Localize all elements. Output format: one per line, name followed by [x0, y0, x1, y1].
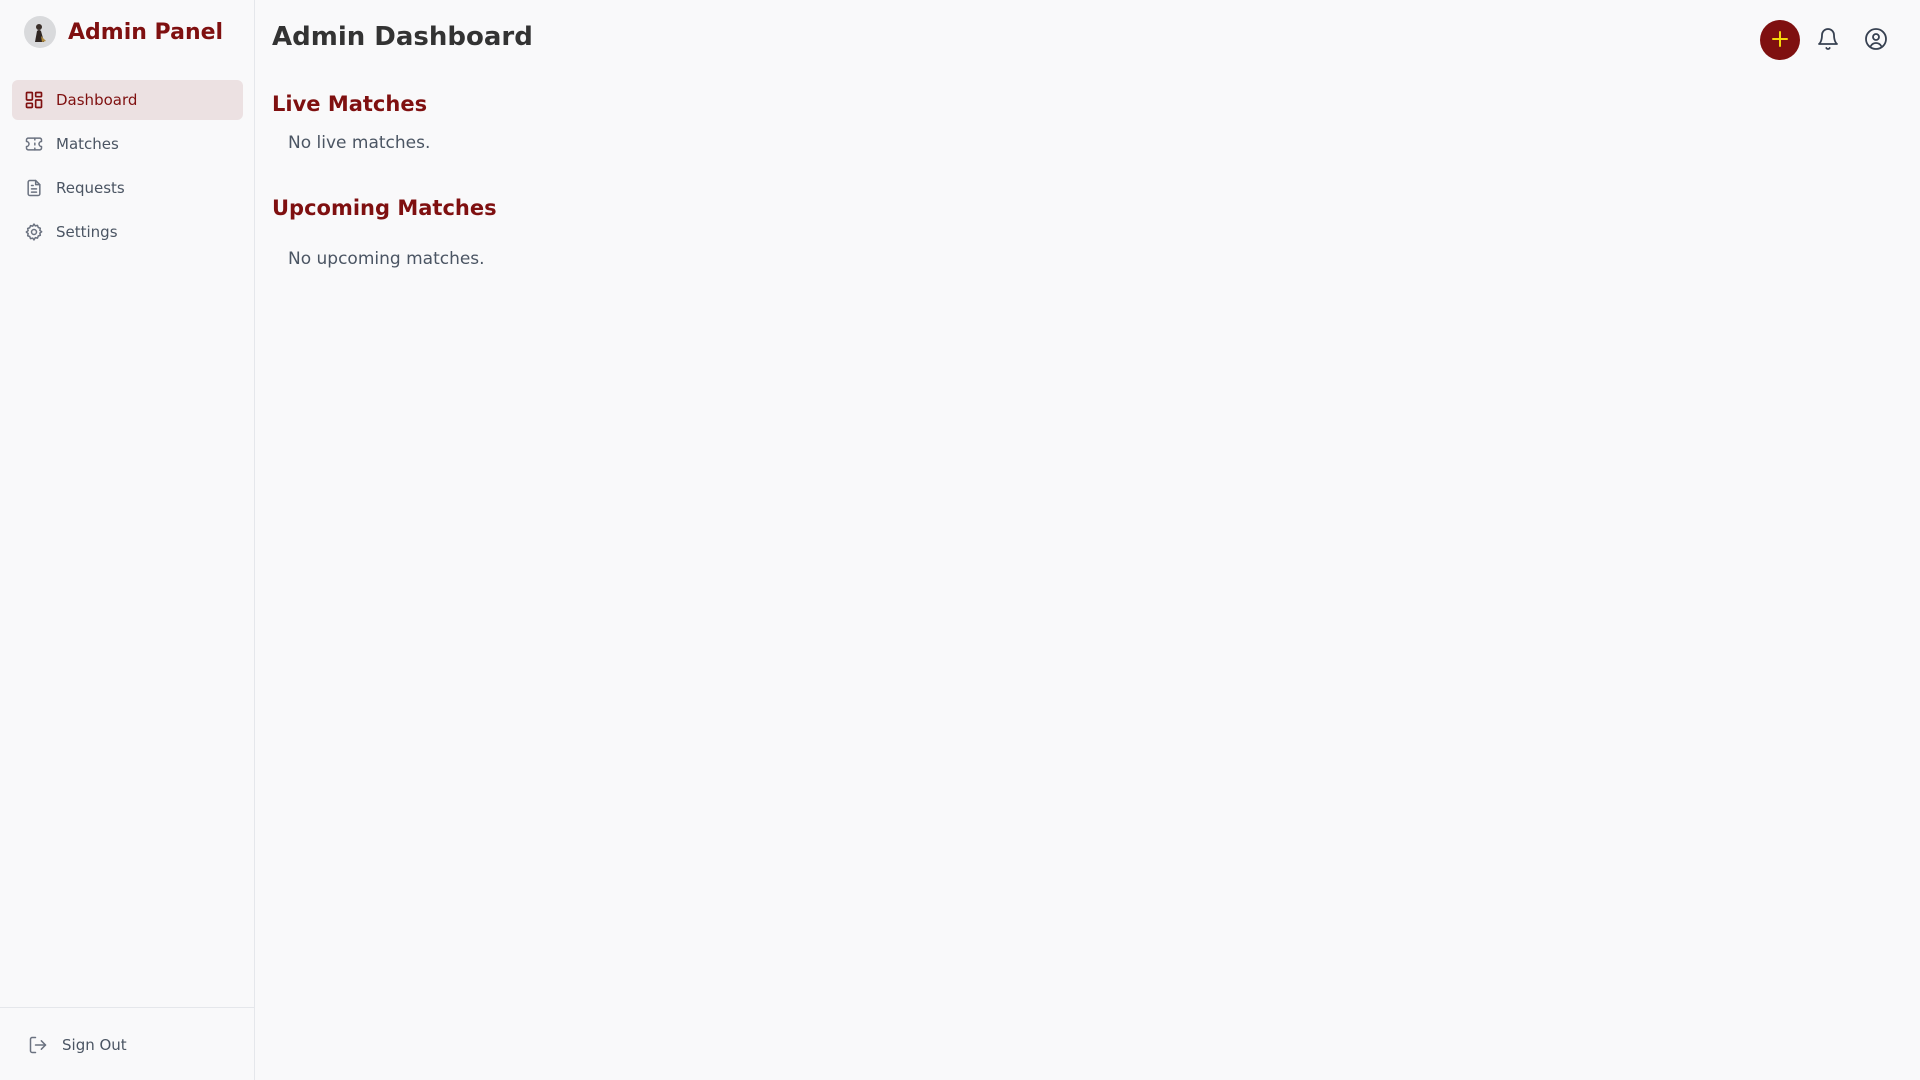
sidebar-item-label: Requests	[56, 179, 125, 197]
sidebar-item-matches[interactable]: Matches	[12, 124, 243, 164]
upcoming-matches-empty: No upcoming matches.	[288, 249, 485, 269]
page-title: Admin Dashboard	[272, 22, 533, 52]
sign-out-button[interactable]: Sign Out	[16, 1026, 139, 1064]
document-icon	[24, 178, 44, 198]
main-content: Admin Dashboard Live Matches No live mat…	[272, 0, 1920, 1080]
sidebar-item-label: Settings	[56, 223, 118, 241]
plus-icon	[1768, 27, 1792, 54]
header-actions	[1760, 20, 1896, 60]
sidebar-item-settings[interactable]: Settings	[12, 212, 243, 252]
upcoming-matches-title: Upcoming Matches	[272, 196, 497, 220]
logout-icon	[28, 1035, 48, 1055]
user-circle-icon	[1864, 27, 1888, 54]
avatar-logo-icon	[24, 16, 56, 48]
sidebar-item-requests[interactable]: Requests	[12, 168, 243, 208]
sidebar-item-label: Matches	[56, 135, 119, 153]
sidebar-nav: Dashboard Matches Requests Settings	[12, 80, 243, 256]
sidebar-footer: Sign Out	[0, 1007, 254, 1080]
brand: Admin Panel	[24, 16, 223, 48]
bell-icon	[1816, 27, 1840, 54]
add-button[interactable]	[1760, 20, 1800, 60]
sidebar-item-label: Dashboard	[56, 91, 138, 109]
live-matches-title: Live Matches	[272, 92, 428, 116]
profile-button[interactable]	[1856, 20, 1896, 60]
sidebar: Admin Panel Dashboard Matches Requests S…	[0, 0, 255, 1080]
notifications-button[interactable]	[1808, 20, 1848, 60]
brand-title: Admin Panel	[68, 19, 224, 45]
live-matches-empty: No live matches.	[288, 133, 431, 153]
sidebar-item-dashboard[interactable]: Dashboard	[12, 80, 243, 120]
sign-out-label: Sign Out	[62, 1036, 127, 1054]
grid-icon	[24, 90, 44, 110]
gear-icon	[24, 222, 44, 242]
ticket-icon	[24, 134, 44, 154]
